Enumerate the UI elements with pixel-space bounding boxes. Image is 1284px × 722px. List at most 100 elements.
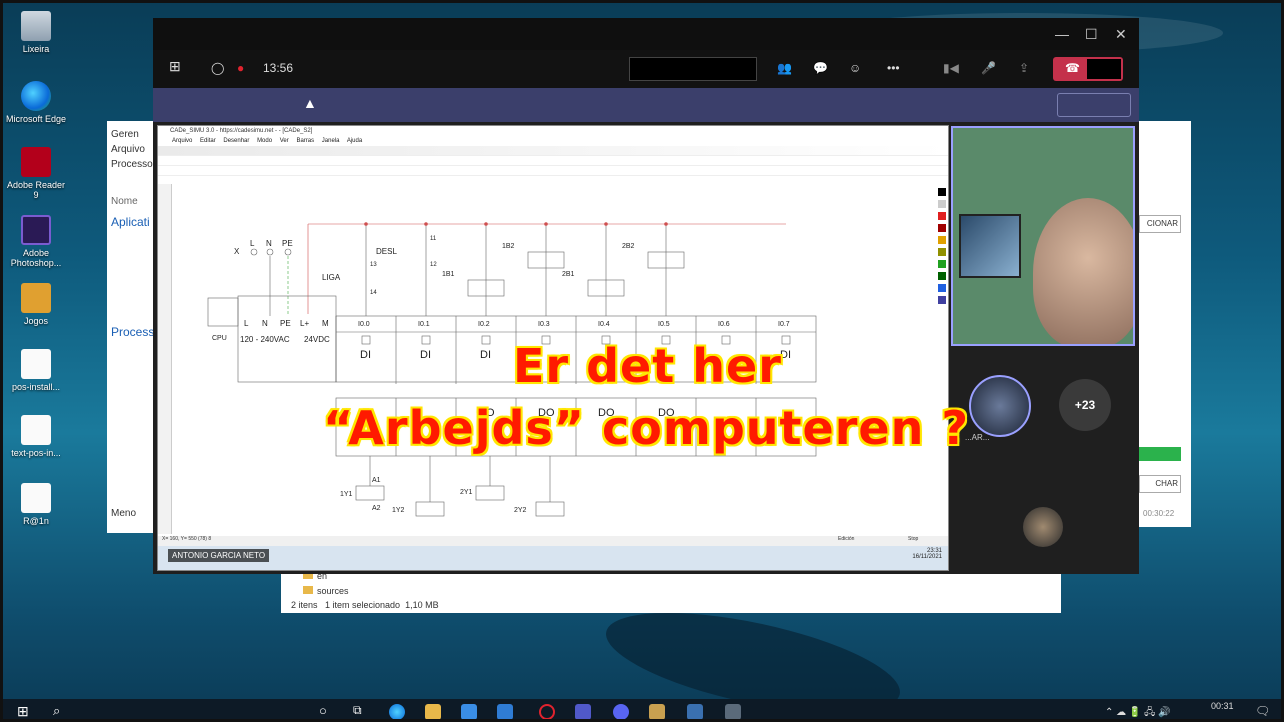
edge-icon[interactable] bbox=[389, 704, 405, 719]
notification-button[interactable] bbox=[1057, 93, 1131, 117]
explorer-status: 2 itens 1 item selecionado 1,10 MB bbox=[291, 600, 439, 610]
desktop-icon-jogos[interactable]: Jogos bbox=[5, 283, 67, 326]
desktop-icon-edge[interactable]: Microsoft Edge bbox=[5, 81, 67, 124]
paint-icon[interactable] bbox=[649, 704, 665, 719]
toolbar-1[interactable] bbox=[158, 146, 948, 156]
teams-call-toolbar: ⊞ ◯ ● 13:56 👥 💬 ☺ ••• ▮◀ 🎤 ⇪ ☎ bbox=[153, 50, 1139, 88]
leave-button[interactable]: ☎ bbox=[1053, 57, 1123, 81]
task-view-icon[interactable]: ⧉ bbox=[353, 703, 362, 718]
cpu-col-m: M bbox=[322, 319, 329, 328]
chat-icon[interactable]: 💬 bbox=[813, 61, 828, 75]
input-i0-7: I0.7 bbox=[778, 321, 790, 328]
minimize-icon[interactable]: — bbox=[1055, 26, 1069, 42]
menu-barras[interactable]: Barras bbox=[296, 138, 314, 144]
coil-a1: A1 bbox=[372, 477, 381, 484]
app-icon[interactable] bbox=[725, 704, 741, 719]
toolbar-3[interactable] bbox=[158, 166, 948, 176]
remote-taskbar: 23:31 16/11/2021 bbox=[158, 546, 948, 570]
grid-icon[interactable]: ⊞ bbox=[169, 58, 181, 75]
recording-icon: ● bbox=[237, 61, 245, 75]
desktop-icon-adobe-reader[interactable]: Adobe Reader 9 bbox=[5, 147, 67, 200]
overlay-line-1: Er det her bbox=[513, 339, 782, 393]
mail-icon[interactable] bbox=[497, 704, 513, 719]
more-participants[interactable]: +23 bbox=[1059, 379, 1111, 431]
tray-icons[interactable]: ⌃ ☁ 🔋 🖧 🔊 bbox=[1105, 705, 1171, 719]
cade-menubar: Arquivo Editar Desenhar Modo Ver Barras … bbox=[158, 136, 948, 146]
photos-icon[interactable] bbox=[687, 704, 703, 719]
contact-14: 14 bbox=[370, 290, 377, 296]
mic-off-icon[interactable]: 🎤 bbox=[981, 61, 996, 75]
column-name: Nome bbox=[111, 196, 138, 207]
contact-11: 11 bbox=[430, 236, 437, 242]
share-icon[interactable]: ⇪ bbox=[1019, 61, 1029, 75]
cpu-col-n: N bbox=[262, 319, 268, 328]
search-button[interactable]: CHAR bbox=[1139, 475, 1181, 493]
close-icon[interactable]: ✕ bbox=[1115, 26, 1127, 43]
section-apps: Aplicati bbox=[111, 215, 150, 229]
camera-off-icon[interactable]: ▮◀ bbox=[943, 61, 959, 75]
store-icon[interactable] bbox=[461, 704, 477, 719]
explorer-icon[interactable] bbox=[425, 704, 441, 719]
label-pe: PE bbox=[282, 239, 293, 248]
people-icon[interactable]: 👥 bbox=[777, 61, 792, 75]
desktop-icon-lixeira[interactable]: Lixeira bbox=[5, 11, 67, 54]
desktop-icon-photoshop[interactable]: Adobe Photoshop... bbox=[5, 215, 67, 268]
menu-arquivo[interactable]: Arquivo bbox=[172, 138, 192, 144]
discord-icon[interactable] bbox=[613, 704, 629, 719]
opera-icon[interactable] bbox=[539, 704, 555, 719]
mode-status: Edición bbox=[838, 536, 855, 542]
desktop-icon-r1n[interactable]: R@1n bbox=[5, 483, 67, 526]
task-manager-window: Geren Arquivo Processos Nome Aplicati Pr… bbox=[107, 121, 158, 533]
edge-icon bbox=[21, 81, 51, 111]
elapsed-time: 00:30:22 bbox=[1143, 509, 1175, 518]
contact-12: 12 bbox=[430, 262, 437, 268]
windows-taskbar: ⊞ ⌕ ○ ⧉ ⌃ ☁ 🔋 🖧 🔊 00:31 🗨 bbox=[3, 699, 1281, 719]
coil-1y1: 1Y1 bbox=[340, 491, 353, 498]
cortana-icon[interactable]: ○ bbox=[319, 703, 327, 718]
progress-bar bbox=[1139, 447, 1181, 461]
switch-desl: DESL bbox=[376, 247, 397, 256]
menu-modo[interactable]: Modo bbox=[257, 138, 272, 144]
menu-janela[interactable]: Janela bbox=[322, 138, 340, 144]
search-icon[interactable]: ⌕ bbox=[53, 703, 60, 719]
taskbar-clock[interactable]: 00:31 bbox=[1211, 701, 1234, 711]
cursor-coords: X= 160, Y= 550 (78) 8 bbox=[162, 536, 212, 542]
redacted-box bbox=[629, 57, 757, 81]
cpu-col-l: L bbox=[244, 319, 249, 328]
folder-icon bbox=[21, 283, 51, 313]
participant-avatar-small[interactable] bbox=[1023, 507, 1063, 547]
teams-icon[interactable] bbox=[575, 704, 591, 719]
menu-ver[interactable]: Ver bbox=[280, 138, 289, 144]
menu-desenhar[interactable]: Desenhar bbox=[223, 138, 249, 144]
cade-title: CADe_SIMU 3.0 - https://cadesimu.net - -… bbox=[170, 128, 313, 134]
cpu-dc: 24VDC bbox=[304, 335, 330, 344]
task-manager-menu[interactable]: Arquivo bbox=[107, 140, 157, 155]
folder-sources[interactable]: sources bbox=[303, 586, 349, 596]
drawing-tools[interactable] bbox=[158, 184, 172, 534]
cpu-supply: 120 - 240VAC bbox=[240, 335, 290, 344]
fewer-details-link[interactable]: Meno bbox=[111, 508, 136, 519]
more-icon[interactable]: ••• bbox=[887, 61, 900, 75]
add-button[interactable]: CIONAR bbox=[1139, 215, 1181, 233]
switch-liga: LIGA bbox=[322, 273, 341, 282]
label-l: L bbox=[250, 239, 255, 248]
desktop-icon-pos-install[interactable]: pos-install... bbox=[5, 349, 67, 392]
cpu-label: CPU bbox=[212, 335, 227, 342]
presenter-name: ANTONIO GARCIA NETO bbox=[168, 549, 270, 562]
windows-start-icon[interactable]: ⊞ bbox=[17, 703, 29, 719]
desktop-icon-text-pos[interactable]: text-pos-in... bbox=[5, 415, 67, 458]
hangup-icon: ☎ bbox=[1065, 61, 1080, 75]
task-manager-tab[interactable]: Processos bbox=[107, 155, 158, 170]
sensor-1b2: 1B2 bbox=[502, 243, 515, 250]
sensor-2b1: 2B1 bbox=[562, 271, 575, 278]
toolbar-2[interactable] bbox=[158, 156, 948, 166]
maximize-icon[interactable]: ☐ bbox=[1085, 26, 1098, 43]
menu-ajuda[interactable]: Ajuda bbox=[347, 138, 362, 144]
menu-editar[interactable]: Editar bbox=[200, 138, 216, 144]
participant-avatar[interactable] bbox=[969, 375, 1031, 437]
notifications-icon[interactable]: 🗨 bbox=[1255, 704, 1270, 718]
input-i0-3: I0.3 bbox=[538, 321, 550, 328]
di-2: DI bbox=[480, 349, 491, 361]
desktop: Lixeira Microsoft Edge Adobe Reader 9 Ad… bbox=[0, 0, 1284, 722]
reactions-icon[interactable]: ☺ bbox=[849, 61, 861, 75]
